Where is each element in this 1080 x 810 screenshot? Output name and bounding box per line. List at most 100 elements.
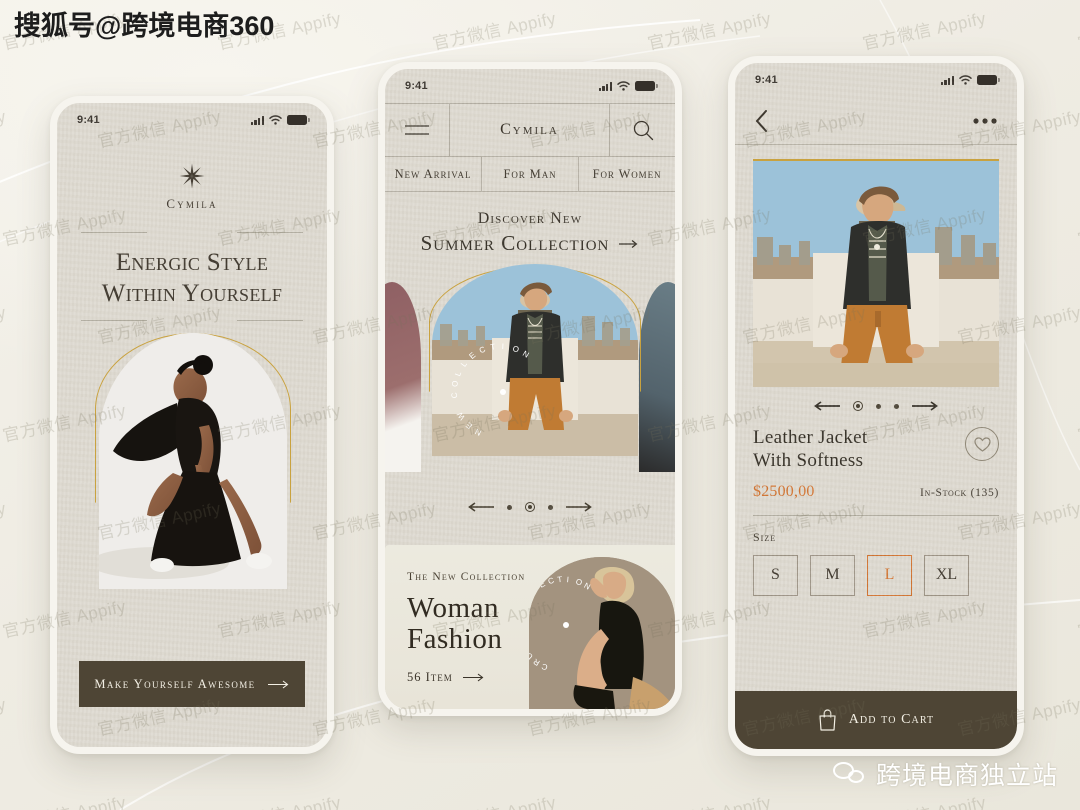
watermark-tile: 官方微信 Appify: [215, 788, 343, 810]
promo-link-label: 56 Item: [407, 670, 453, 685]
promo-title-2: Fashion: [407, 622, 503, 655]
phone2-carousel-controls: [385, 502, 675, 512]
carousel-slide-active[interactable]: NEW COLLECTION: [432, 264, 638, 456]
arrow-left-icon[interactable]: [814, 401, 840, 411]
battery-icon: [977, 75, 1000, 85]
gallery-dot-1-active[interactable]: [853, 401, 863, 411]
status-time: 9:41: [405, 80, 428, 92]
promo-text: The New Collection Woman Fashion 56 Item: [407, 571, 525, 685]
watermark-tile: 官方微信 Appify: [0, 694, 8, 740]
app-title: Cymila: [449, 104, 609, 156]
arrow-left-icon[interactable]: [468, 502, 494, 512]
tab-new-arrival[interactable]: New Arrival: [385, 157, 481, 191]
watermark-tile: 官方微信 Appify: [1076, 597, 1080, 642]
more-horizontal-icon[interactable]: [973, 117, 997, 124]
promo-image: CRUISE COLLECTION: [529, 557, 675, 709]
battery-icon: [287, 115, 310, 125]
tab-for-women[interactable]: For Women: [578, 157, 675, 191]
phone2-screen: 9:41 Cymila New Arrival For Man For Wome…: [385, 69, 675, 709]
star-burst-icon: [179, 163, 205, 189]
brand-name: Cymila: [166, 196, 218, 211]
phone1-status-bar: 9:41: [57, 103, 327, 137]
add-to-cart-label: Add to Cart: [848, 712, 935, 727]
carousel-slide-illustration: [432, 264, 638, 456]
hero-image-illustration: [99, 332, 287, 589]
arrow-right-icon[interactable]: [566, 502, 592, 512]
carousel-peek-left[interactable]: [385, 282, 421, 472]
signal-bars-icon: [598, 81, 612, 91]
arrow-right-icon: [267, 680, 288, 688]
phone1-hero-text: Energic Style Within Yourself: [57, 247, 327, 310]
product-title: Leather Jacket With Softness: [753, 427, 867, 473]
headline-line-1: Discover New: [477, 210, 583, 227]
watermark-tile: 官方微信 Appify: [1076, 9, 1080, 54]
favorite-button[interactable]: [965, 427, 999, 461]
carousel-peek-right[interactable]: [639, 282, 675, 472]
gallery-dot-3[interactable]: [894, 403, 899, 409]
watermark-tile: 官方微信 Appify: [0, 788, 128, 810]
watermark-tile: 官方微信 Appify: [431, 8, 558, 54]
arrow-right-icon: [619, 239, 638, 248]
tab-label: New Arrival: [394, 166, 472, 181]
size-option-s[interactable]: S: [753, 554, 798, 596]
phone1-brand: Cymila: [57, 163, 327, 212]
carousel-dot-2-active[interactable]: [525, 502, 535, 512]
divider-right: [237, 232, 303, 233]
status-time: 9:41: [755, 74, 778, 86]
shopping-bag-icon: [819, 709, 836, 731]
size-option-xl[interactable]: XL: [924, 554, 969, 596]
product-gallery-image[interactable]: [753, 159, 999, 387]
phone1-divider-row-2: [57, 319, 327, 321]
product-image-illustration: [753, 161, 999, 387]
arrow-right-icon[interactable]: [912, 401, 938, 411]
phone3-topbar: [735, 97, 1017, 145]
search-icon: [633, 120, 653, 141]
wifi-icon: [269, 115, 282, 125]
screenshot-canvas: 9:41 Cymila Energic Style Within Yoursel…: [0, 0, 1080, 810]
add-to-cart-button[interactable]: Add to Cart: [735, 691, 1017, 749]
size-option-m[interactable]: M: [810, 554, 855, 596]
size-option-label: M: [825, 566, 840, 584]
watermark-tile: 官方微信 Appify: [645, 788, 773, 810]
status-time: 9:41: [77, 114, 100, 126]
product-title-line-1: Leather Jacket: [753, 427, 868, 448]
headline-line-2-row: Summer Collection: [385, 231, 675, 256]
promo-kicker: The New Collection: [407, 571, 526, 583]
status-indicators: [940, 75, 1000, 85]
phone-mockup-2: 9:41 Cymila New Arrival For Man For Wome…: [378, 62, 682, 716]
stock-badge: In-Stock (135): [919, 486, 999, 499]
phone-mockup-1: 9:41 Cymila Energic Style Within Yoursel…: [50, 96, 334, 754]
tab-for-man[interactable]: For Man: [481, 157, 578, 191]
size-option-label: XL: [935, 566, 958, 584]
arrow-right-icon: [462, 674, 484, 682]
phone2-promo-card[interactable]: The New Collection Woman Fashion 56 Item: [385, 545, 675, 709]
cta-label: Make Yourself Awesome: [94, 676, 256, 691]
divider-right-2: [237, 319, 303, 321]
make-yourself-awesome-button[interactable]: Make Yourself Awesome: [79, 661, 305, 707]
product-price-row: $2500,00 In-Stock (135): [735, 473, 1017, 501]
carousel-dot-3[interactable]: [548, 504, 553, 510]
divider-left: [81, 232, 147, 233]
hamburger-menu-button[interactable]: [385, 104, 449, 156]
phone1-divider-row: [57, 232, 327, 233]
phone2-headline: Discover New Summer Collection: [385, 210, 675, 256]
size-label: Size: [753, 529, 777, 544]
chevron-left-icon[interactable]: [755, 109, 768, 132]
search-button[interactable]: [609, 104, 675, 156]
phone2-status-bar: 9:41: [385, 69, 675, 103]
status-indicators: [250, 115, 310, 125]
size-option-l-selected[interactable]: L: [867, 554, 912, 596]
watermark-tile: 官方微信 Appify: [861, 8, 988, 54]
tab-label: For Man: [503, 166, 557, 181]
watermark-bottom-right: 跨境电商独立站: [832, 756, 1058, 792]
hero-image: [99, 332, 287, 589]
divider-left-2: [81, 319, 147, 321]
heart-icon: [973, 436, 991, 452]
phone-mockup-3: 9:41 Leather Jacket With Softness $2500,…: [728, 56, 1024, 756]
signal-bars-icon: [250, 115, 264, 125]
promo-link[interactable]: 56 Item: [407, 670, 525, 685]
watermark-top-left: 搜狐号@跨境电商360: [14, 11, 275, 41]
gallery-dot-2[interactable]: [876, 403, 881, 409]
carousel-dot-1[interactable]: [507, 504, 512, 510]
phone3-status-bar: 9:41: [735, 63, 1017, 97]
